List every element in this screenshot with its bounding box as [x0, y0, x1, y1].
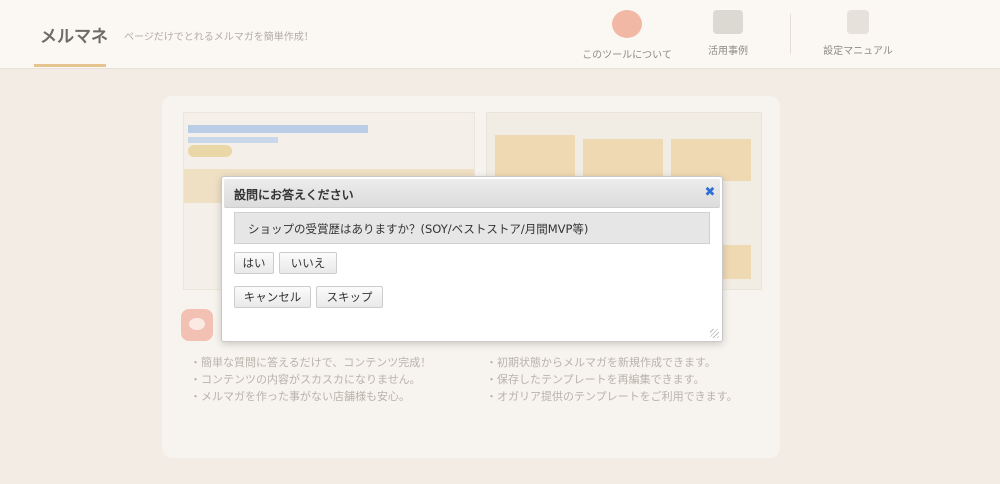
feature-item: ・簡単な質問に答えるだけで、コンテンツ完成！ — [190, 356, 432, 369]
nav-item-about-tool[interactable]: このツールについて — [582, 10, 672, 61]
resize-handle[interactable] — [710, 329, 719, 338]
preview-bar — [188, 137, 278, 143]
brand-logo[interactable]: メルマネ — [40, 22, 108, 47]
question-dialog: 設問にお答えください ✖ ショップの受賞歴はありますか？(SOY/ベストストア/… — [221, 176, 723, 342]
close-icon[interactable]: ✖ — [704, 186, 716, 199]
question-box: ショップの受賞歴はありますか？(SOY/ベストストア/月間MVP等) — [234, 212, 710, 244]
dialog-title: 設問にお答えください — [234, 188, 354, 202]
template-tile — [495, 135, 575, 177]
dialog-title-bar[interactable]: 設問にお答えください ✖ — [224, 179, 720, 208]
brand-tagline: ページだけでとれるメルマガを簡単作成！ — [124, 32, 314, 43]
feature-item: ・初期状態からメルマガを新規作成できます。 — [486, 356, 716, 369]
brand-underline — [34, 64, 106, 67]
feature-list-left: ・簡単な質問に答えるだけで、コンテンツ完成！ ・コンテンツの内容がスカスカになり… — [190, 354, 431, 405]
preview-bar — [188, 125, 368, 133]
nav-item-label: このツールについて — [582, 50, 672, 61]
nav-item-label: 設定マニュアル — [823, 46, 893, 57]
book-icon — [847, 10, 869, 34]
template-tile — [583, 139, 663, 181]
nav-divider — [790, 14, 791, 54]
feature-item: ・コンテンツの内容がスカスカになりません。 — [190, 373, 421, 386]
feature-item: ・保存したテンプレートを再編集できます。 — [486, 373, 705, 386]
nav-item-setup-manual[interactable]: 設定マニュアル — [818, 10, 898, 57]
screenshot-icon — [713, 10, 743, 34]
top-navigation-bar: メルマネ ページだけでとれるメルマガを簡単作成！ このツールについて 活用事例 … — [0, 0, 1000, 69]
feature-item: ・オガリア提供のテンプレートをご利用できます。 — [486, 390, 738, 403]
template-tile — [671, 139, 751, 181]
feature-list-right: ・初期状態からメルマガを新規作成できます。 ・保存したテンプレートを再編集できま… — [486, 354, 738, 405]
skip-button[interactable]: スキップ — [316, 286, 383, 308]
cancel-button[interactable]: キャンセル — [234, 286, 311, 308]
nav-item-label: 活用事例 — [708, 46, 748, 57]
chat-bubble-icon — [181, 309, 213, 341]
bowl-icon — [612, 10, 642, 38]
feature-item: ・メルマガを作った事がない店舗様も安心。 — [190, 390, 410, 403]
answer-yes-button[interactable]: はい — [234, 252, 274, 274]
question-text: ショップの受賞歴はありますか？(SOY/ベストストア/月間MVP等) — [248, 222, 589, 236]
answer-no-button[interactable]: いいえ — [279, 252, 337, 274]
preview-tag — [188, 145, 232, 157]
nav-item-use-cases[interactable]: 活用事例 — [700, 10, 756, 57]
